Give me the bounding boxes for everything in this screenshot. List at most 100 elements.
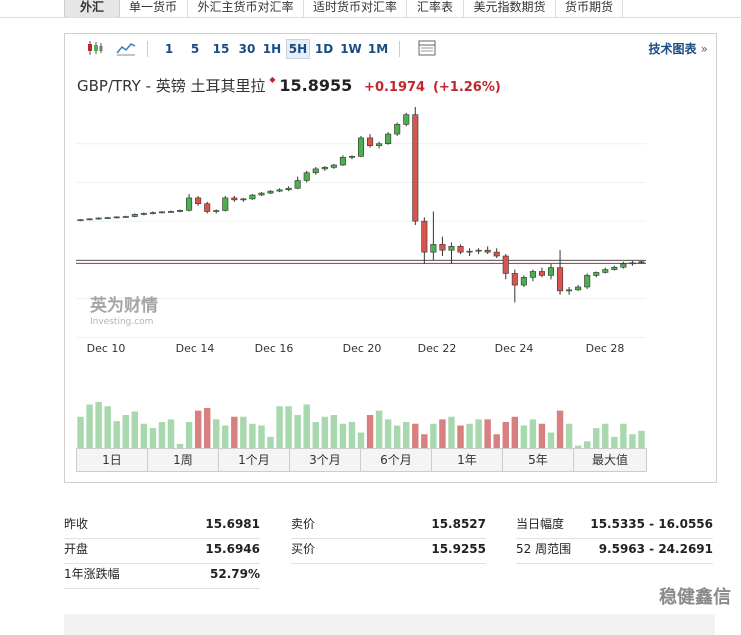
area-chart-icon[interactable]	[115, 40, 137, 58]
candle	[403, 114, 410, 125]
volume-bar	[502, 422, 509, 450]
interval-5[interactable]: 5	[186, 40, 204, 58]
stat-1y-change: 1年涨跌幅 52.79%	[64, 564, 260, 589]
candle	[557, 267, 564, 292]
candle	[213, 210, 220, 212]
volume-bar	[430, 423, 437, 450]
candle	[520, 277, 527, 286]
candle	[321, 167, 328, 170]
x-tick-label: Dec 20	[343, 342, 382, 355]
stat-open: 开盘 15.6946	[64, 539, 260, 564]
interval-1w[interactable]: 1W	[339, 40, 363, 58]
candle	[466, 250, 473, 253]
volume-bar	[294, 415, 301, 450]
interval-15[interactable]: 15	[210, 40, 232, 58]
interval-30[interactable]: 30	[236, 40, 258, 58]
candle	[204, 203, 211, 212]
volume-bar	[448, 416, 455, 450]
range-5y[interactable]: 5年	[503, 449, 574, 471]
toolbar-separator	[399, 41, 400, 57]
x-tick-label: Dec 28	[586, 342, 625, 355]
interval-1[interactable]: 1	[160, 40, 178, 58]
interval-1h[interactable]: 1H	[261, 40, 283, 58]
volume-bar	[203, 408, 211, 450]
candle	[312, 168, 319, 174]
footer-bar	[64, 614, 715, 635]
volume-bar	[276, 406, 283, 450]
volume-bar	[240, 416, 247, 450]
candle	[140, 213, 147, 215]
volume-bar	[520, 425, 528, 450]
candle	[529, 271, 536, 278]
x-tick-label: Dec 22	[418, 342, 457, 355]
volume-bar	[77, 416, 84, 450]
tab-usd-index-futures[interactable]: 美元指数期货	[464, 0, 556, 17]
stat-label: 买价	[291, 542, 316, 556]
stat-label: 昨收	[64, 517, 89, 531]
candle	[195, 197, 202, 205]
nav-divider	[0, 17, 741, 18]
candle	[294, 180, 301, 189]
volume-bar	[403, 422, 410, 450]
chart-widget: 1 5 15 30 1H 5H 1D 1W 1M 技术图表 » GBP/TRY …	[64, 33, 717, 483]
stat-52w-range: 52 周范围 9.5963 - 24.2691	[516, 539, 713, 564]
candle	[77, 219, 84, 221]
candle	[611, 266, 618, 270]
volume-bar	[104, 406, 111, 450]
interval-5h[interactable]: 5H	[286, 39, 310, 59]
candle	[222, 197, 229, 211]
tab-major-pairs[interactable]: 外汇主货币对汇率	[188, 0, 304, 17]
volume-bar	[412, 423, 419, 450]
volume-bar	[285, 406, 292, 450]
range-1m[interactable]: 1个月	[219, 449, 290, 471]
candle	[303, 172, 310, 181]
volume-bar	[475, 419, 482, 450]
stat-label: 1年涨跌幅	[64, 567, 120, 581]
stat-value: 15.6981	[205, 517, 260, 531]
range-1w[interactable]: 1周	[148, 449, 219, 471]
tab-forex[interactable]: 外汇	[64, 0, 120, 18]
stat-day-range: 当日幅度 15.5335 - 16.0556	[516, 514, 713, 539]
candle	[575, 286, 582, 291]
interval-1d[interactable]: 1D	[313, 40, 335, 58]
range-1d[interactable]: 1日	[77, 449, 148, 471]
volume-bar	[484, 419, 491, 450]
candlestick-icon[interactable]	[85, 40, 105, 58]
volume-bar	[213, 419, 220, 450]
tech-chart-link[interactable]: 技术图表 »	[648, 40, 708, 57]
price-change: +0.1974	[364, 80, 426, 95]
chart-area[interactable]: 22.000020.000018.000014.000012.000015.89…	[76, 105, 693, 451]
volume-bar	[222, 425, 229, 450]
volume-bar	[556, 410, 564, 450]
candle	[339, 156, 346, 166]
candle	[367, 137, 374, 146]
last-price: 15.8955	[279, 76, 353, 95]
interval-1m[interactable]: 1M	[366, 40, 390, 58]
candle	[113, 216, 120, 219]
stat-label: 开盘	[64, 542, 89, 556]
tab-live-pairs[interactable]: 适时货币对汇率	[304, 0, 407, 17]
candle	[629, 262, 636, 265]
candle	[421, 220, 428, 253]
tab-currency-futures[interactable]: 货币期货	[556, 0, 623, 17]
volume-bar	[122, 415, 129, 450]
price-change-pct: (+1.26%)	[432, 80, 501, 95]
tab-single-currency[interactable]: 单一货币	[119, 0, 188, 17]
page-watermark: 稳健鑫信	[659, 587, 731, 608]
range-max[interactable]: 最大值	[574, 449, 646, 471]
volume-bar	[393, 425, 401, 450]
table-view-icon[interactable]	[417, 40, 437, 58]
price-chart[interactable]: 22.000020.000018.000014.000012.000015.89…	[76, 105, 693, 451]
candle	[602, 269, 609, 273]
candle	[240, 198, 247, 201]
candle	[593, 272, 600, 276]
volume-bar	[538, 423, 546, 450]
range-3m[interactable]: 3个月	[290, 449, 361, 471]
candle	[439, 244, 446, 251]
stat-value: 9.5963 - 24.2691	[598, 542, 713, 556]
candle	[638, 261, 645, 264]
volume-bar	[339, 423, 347, 450]
range-6m[interactable]: 6个月	[361, 449, 432, 471]
tab-rates-table[interactable]: 汇率表	[407, 0, 464, 17]
range-1y[interactable]: 1年	[432, 449, 503, 471]
